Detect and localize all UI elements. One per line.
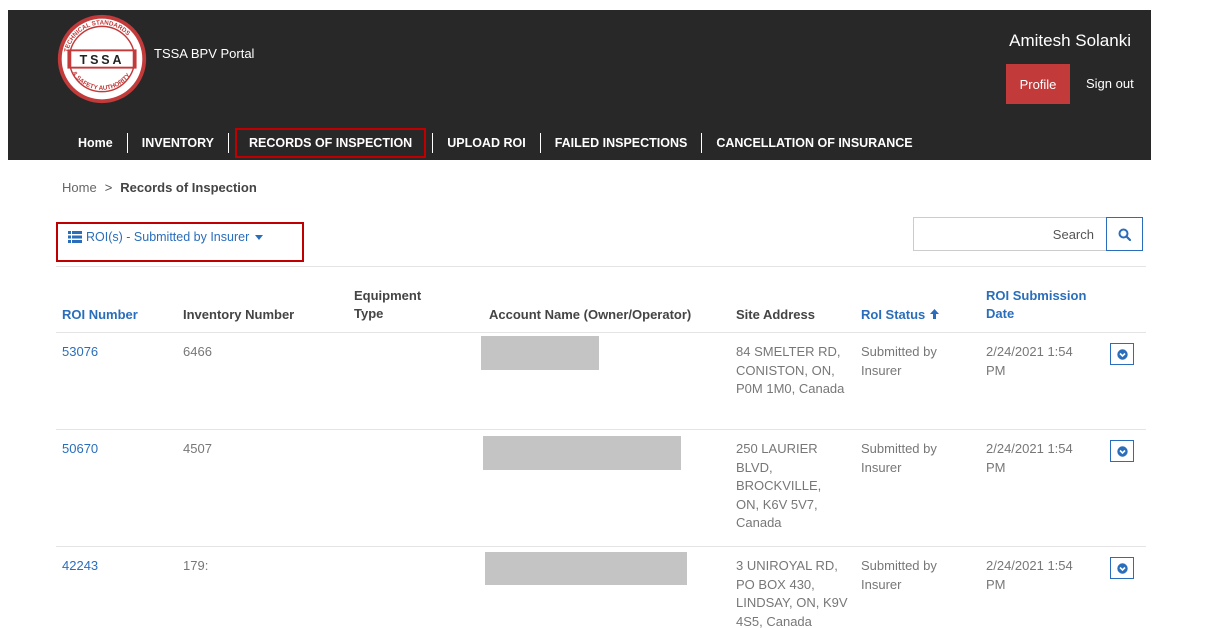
submission-date: 2/24/2021 1:54 PM <box>986 441 1073 475</box>
site-address: 84 SMELTER RD, CONISTON, ON, P0M 1M0, Ca… <box>736 344 845 396</box>
row-expand-button[interactable] <box>1110 343 1134 365</box>
roi-number-link[interactable]: 53076 <box>62 343 98 362</box>
chevron-down-circle-icon <box>1116 562 1128 574</box>
search-icon <box>1118 228 1131 241</box>
row-expand-button[interactable] <box>1110 557 1134 579</box>
main-nav: Home INVENTORY RECORDS OF INSPECTION UPL… <box>68 126 923 160</box>
filter-highlight-box: ROI(s) - Submitted by Insurer <box>56 222 304 262</box>
col-roi-number[interactable]: ROI Number <box>62 306 138 324</box>
nav-separator <box>227 133 229 153</box>
roi-number-link[interactable]: 42243 <box>62 557 98 576</box>
roi-number-link[interactable]: 50670 <box>62 440 98 459</box>
svg-text:TSSA: TSSA <box>80 53 125 67</box>
redacted-account-name <box>485 552 687 585</box>
redacted-account-name <box>481 336 599 370</box>
breadcrumb-home[interactable]: Home <box>62 180 97 195</box>
table-row: 42243 179: 3 UNIROYAL RD, PO BOX 430, LI… <box>56 546 1146 628</box>
nav-upload-roi[interactable]: UPLOAD ROI <box>437 132 535 154</box>
header-bar: TSSA TECHNICAL STANDARDS & SAFETY AUTHOR… <box>8 10 1151 160</box>
roi-status: Submitted by Insurer <box>861 441 937 475</box>
divider <box>56 266 1146 267</box>
roi-filter-dropdown[interactable]: ROI(s) - Submitted by Insurer <box>68 230 264 244</box>
table-row: 50670 4507 250 LAURIER BLVD, BROCKVILLE,… <box>56 429 1146 547</box>
user-name: Amitesh Solanki <box>1009 31 1131 50</box>
row-expand-button[interactable] <box>1110 440 1134 462</box>
sign-out-link[interactable]: Sign out <box>1086 64 1134 104</box>
col-roi-status[interactable]: RoI Status <box>861 306 940 324</box>
inventory-number: 6466 <box>183 344 212 359</box>
profile-button[interactable]: Profile <box>1006 64 1070 104</box>
chevron-down-circle-icon <box>1116 445 1128 457</box>
tssa-logo[interactable]: TSSA TECHNICAL STANDARDS & SAFETY AUTHOR… <box>54 10 150 108</box>
inventory-number: 179: <box>183 558 209 573</box>
portal-title: TSSA BPV Portal <box>154 46 255 61</box>
breadcrumb-separator: > <box>104 180 113 195</box>
nav-failed-inspections[interactable]: FAILED INSPECTIONS <box>545 132 698 154</box>
nav-home[interactable]: Home <box>68 132 123 154</box>
table-header: ROI Number Inventory Number Equipment Ty… <box>0 282 1208 332</box>
nav-separator <box>539 133 541 153</box>
search-input[interactable] <box>913 217 1107 251</box>
caret-down-icon <box>255 234 264 240</box>
chevron-down-circle-icon <box>1116 348 1128 360</box>
col-inventory-number: Inventory Number <box>183 307 295 322</box>
search-button[interactable] <box>1106 217 1143 251</box>
nav-separator <box>432 133 434 153</box>
submission-date: 2/24/2021 1:54 PM <box>986 344 1073 378</box>
col-site-address: Site Address <box>736 307 815 322</box>
redaction-white <box>216 341 256 363</box>
col-roi-submission-date[interactable]: ROI Submission Date <box>986 287 1096 323</box>
nav-records-of-inspection[interactable]: RECORDS OF INSPECTION <box>234 128 427 158</box>
breadcrumb: Home > Records of Inspection <box>62 180 257 195</box>
nav-inventory[interactable]: INVENTORY <box>132 132 224 154</box>
breadcrumb-current: Records of Inspection <box>120 180 257 195</box>
site-address: 250 LAURIER BLVD, BROCKVILLE, ON, K6V 5V… <box>736 441 822 530</box>
col-roi-status-label: RoI Status <box>861 307 926 322</box>
table-row: 53076 6466 84 SMELTER RD, CONISTON, ON, … <box>56 332 1146 430</box>
roi-status: Submitted by Insurer <box>861 558 937 592</box>
inventory-number: 4507 <box>183 441 212 456</box>
nav-separator <box>701 133 703 153</box>
redacted-account-name <box>483 436 681 470</box>
page: TSSA TECHNICAL STANDARDS & SAFETY AUTHOR… <box>0 0 1208 628</box>
nav-cancellation-of-insurance[interactable]: CANCELLATION OF INSURANCE <box>706 132 922 154</box>
redaction-white <box>216 553 258 579</box>
roi-status: Submitted by Insurer <box>861 344 937 378</box>
col-equipment-type: Equipment Type <box>354 288 422 321</box>
nav-separator <box>126 133 128 153</box>
list-icon <box>68 231 82 243</box>
col-account-name: Account Name (Owner/Operator) <box>489 307 692 322</box>
submission-date: 2/24/2021 1:54 PM <box>986 558 1073 592</box>
site-address: 3 UNIROYAL RD, PO BOX 430, LINDSAY, ON, … <box>736 558 848 628</box>
filter-label: ROI(s) - Submitted by Insurer <box>86 230 250 244</box>
sort-up-arrow-icon <box>930 309 940 319</box>
